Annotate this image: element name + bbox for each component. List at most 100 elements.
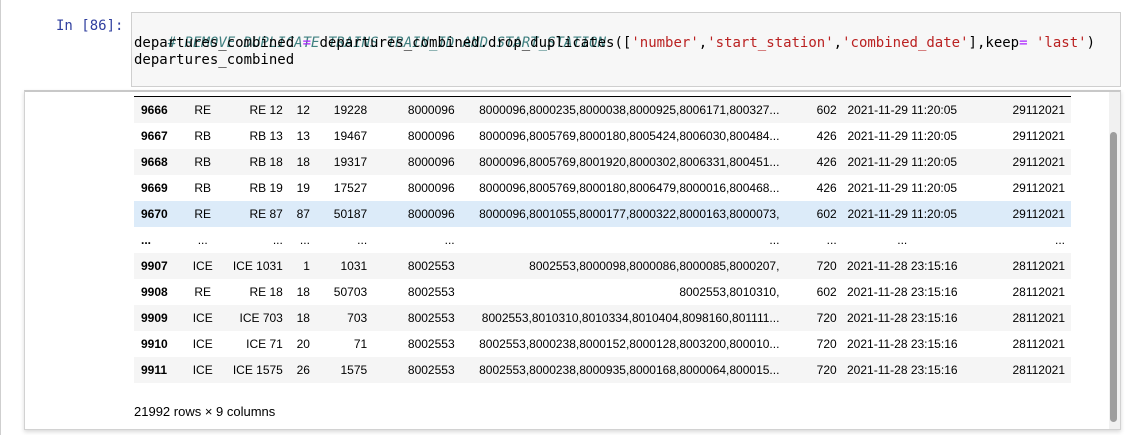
cell-train-id: 19317 — [309, 149, 368, 175]
cell-type: RE — [187, 201, 219, 227]
cell-combined-date: 28112021 — [1012, 285, 1066, 299]
cell-train-name: RE 18 — [249, 285, 283, 299]
cell-route: 8002553,8010310, — [679, 285, 780, 299]
code-variable: departures_combined — [134, 35, 295, 51]
cell-value: ... — [826, 233, 837, 247]
row-index: 9670 — [134, 201, 188, 227]
cell-train-name: RE 12 — [218, 96, 283, 123]
cell-route: 8002553,8000238,8000152,8000128,8003200,… — [479, 337, 780, 351]
table-row: 9667 RB RB 13 13 19467 8000096 8000096,8005769… — [134, 123, 1071, 149]
cell-value: 602 — [779, 96, 837, 123]
cell-route: 8000096,8000235,8000038,8000925,8006171,… — [454, 96, 780, 123]
code-close-paren: ) — [1086, 35, 1095, 51]
cell-train-name: ICE 1575 — [218, 357, 283, 383]
cell-train-name: RE 87 — [218, 201, 283, 227]
cell-train-name: ICE 703 — [218, 305, 283, 331]
input-prompt: In [86]: — [56, 18, 124, 34]
cell-train-name: ICE 1031 — [218, 253, 283, 279]
cell-route: 8002553,8000238,8000935,8000168,8000064,… — [454, 357, 780, 383]
cell-timestamp: 2021-11-28 23:15:16 — [847, 285, 958, 299]
cell-timestamp: 2021-11-29 11:20:05 — [847, 129, 958, 143]
cell-train-id: 1575 — [309, 357, 368, 383]
table-row: 9909 ICE ICE 703 18 703 8002553 8002553,801031… — [134, 305, 1071, 331]
cell-type: RB — [187, 149, 219, 175]
cell-value: 720 — [779, 357, 837, 383]
cell-route: 8002553,8000098,8000086,8000085,8000207, — [454, 253, 780, 279]
cell-start-station: ... — [444, 233, 455, 247]
cell-combined-date: ... — [1054, 233, 1065, 247]
code-keep-operator: = — [1019, 35, 1028, 51]
table-row: 9907 ICE ICE 1031 1 1031 8002553 8002553,80000… — [134, 253, 1071, 279]
cell-combined-date: 28112021 — [1012, 337, 1066, 351]
row-index: 9668 — [134, 149, 188, 175]
cell-start-station: 8002553 — [367, 305, 455, 331]
cell-combined-date: 29112021 — [967, 149, 1071, 175]
table-row: 9911 ICE ICE 1575 26 1575 8002553 8002553,8000… — [134, 357, 1071, 383]
cell-combined-date: 29112021 — [1012, 129, 1066, 143]
row-index: 9908 — [141, 285, 168, 299]
cell-timestamp: 2021-11-29 11:20:05 — [836, 149, 968, 175]
cell-value: 720 — [816, 337, 837, 351]
code-cell[interactable]: # REMOVE DUPLICATE TRAINS TRAIN_ID AND S… — [131, 12, 1121, 87]
cell-number: ... — [299, 233, 310, 247]
cell-type: RE — [194, 285, 212, 299]
cell-timestamp: 2021-11-29 11:20:05 — [836, 201, 968, 227]
row-index: 9669 — [141, 181, 168, 195]
cell-type: ICE — [187, 253, 219, 279]
cell-train-id: 17527 — [333, 181, 368, 195]
cell-start-station: 8000096 — [367, 149, 455, 175]
table-row: 9670 RE RE 87 87 50187 8000096 8000096,8001055… — [134, 201, 1071, 227]
cell-route: 8000096,8001055,8000177,8000322,8000163,… — [454, 201, 780, 227]
output-area[interactable]: 9666 RE RE 12 12 19228 8000096 8000096,8000235… — [24, 90, 1121, 430]
cell-type: RB — [194, 129, 212, 143]
output-scrollbar[interactable] — [1109, 92, 1120, 429]
table-row: .............................. — [134, 227, 1071, 253]
cell-start-station: 8002553 — [367, 253, 455, 279]
code-assign-operator: = — [302, 35, 312, 51]
cell-start-station: 8000096 — [407, 129, 455, 143]
code-comma-1: , — [698, 35, 708, 51]
cell-number: 26 — [282, 357, 310, 383]
cell-train-id: 19228 — [309, 96, 368, 123]
cell-train-id: ... — [357, 233, 368, 247]
cell-type: ... — [197, 233, 208, 247]
dataframe-table: 9666 RE RE 12 12 19228 8000096 8000096,8000235… — [134, 96, 1071, 383]
cell-start-station: 8000096 — [367, 201, 455, 227]
cell-number: 18 — [282, 149, 310, 175]
table-row: 9908 RE RE 18 18 50703 8002553 8002553,8010310… — [134, 279, 1071, 305]
cell-combined-date: 29112021 — [1012, 181, 1066, 195]
cell-route: ... — [769, 233, 780, 247]
cell-value: 720 — [779, 305, 837, 331]
cell-timestamp: ... — [897, 233, 908, 247]
cell-route: 8000096,8005769,8001920,8000302,8006331,… — [454, 149, 780, 175]
cell-route: 8000096,8005769,8000180,8006479,8000016,… — [479, 181, 780, 195]
cell-train-id: 1031 — [309, 253, 368, 279]
cell-type: ICE — [187, 357, 219, 383]
cell-number: 20 — [296, 337, 310, 351]
cell-type: ICE — [192, 337, 213, 351]
cell-type: RB — [194, 181, 212, 195]
scrollbar-thumb[interactable] — [1110, 132, 1117, 422]
table-row: 9668 RB RB 18 18 19317 8000096 8000096,8005769… — [134, 149, 1071, 175]
code-line-2: departures_combined = departures_combine… — [134, 35, 1095, 52]
cell-timestamp: 2021-11-28 23:15:16 — [836, 305, 968, 331]
cell-train-name: ICE 71 — [246, 337, 283, 351]
code-string-last: 'last' — [1035, 35, 1087, 51]
row-index: 9909 — [134, 305, 188, 331]
cell-start-station: 8000096 — [367, 96, 455, 123]
cell-number: 1 — [282, 253, 310, 279]
code-keep-arg: ],keep — [968, 35, 1020, 51]
row-index: 9910 — [141, 337, 168, 351]
cell-value: 602 — [816, 285, 837, 299]
dataframe-shape: 21992 rows × 9 columns — [134, 404, 276, 419]
cell-start-station: 8000096 — [407, 181, 455, 195]
code-string-number: 'number' — [631, 35, 699, 51]
cell-number: 18 — [296, 285, 310, 299]
cell-combined-date: 28112021 — [967, 357, 1071, 383]
cell-number: 12 — [282, 96, 310, 123]
cell-value: 426 — [816, 129, 837, 143]
cell-train-name: ... — [272, 233, 283, 247]
code-string-start-station: 'start_station' — [707, 35, 834, 51]
cell-start-station: 8002553 — [407, 337, 455, 351]
cell-timestamp: 2021-11-28 23:15:16 — [847, 337, 958, 351]
